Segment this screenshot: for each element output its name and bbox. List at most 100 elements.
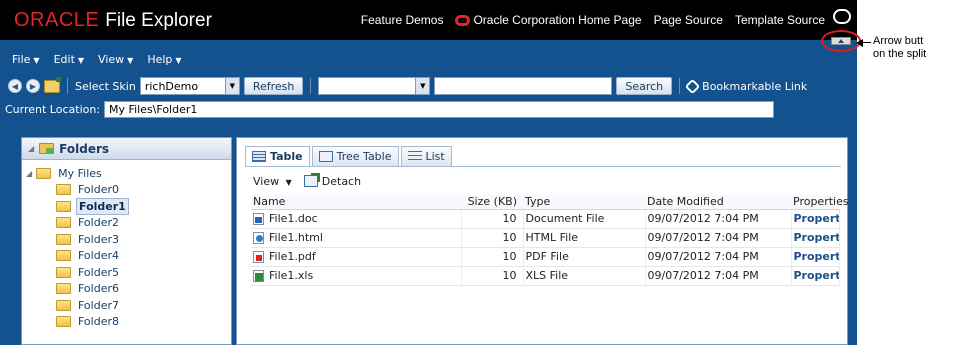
location-value: My Files\Folder1	[109, 102, 198, 116]
logo-text: ORACLE	[14, 9, 100, 31]
branding-bar: ORACLE File Explorer Feature Demos Oracle…	[0, 0, 857, 40]
folder-tree: ◢ My Files Folder0 Folder1 Folder2 Folde…	[22, 160, 231, 330]
column-header-size[interactable]: Size (KB)	[461, 195, 523, 210]
expand-triangle-icon[interactable]: ◢	[26, 169, 32, 178]
chevron-down-icon[interactable]: ▼	[415, 78, 430, 94]
properties-link[interactable]: Properties	[794, 250, 839, 263]
back-icon[interactable]: ◀	[8, 79, 22, 93]
tree-node-folder2[interactable]: Folder2	[22, 215, 231, 232]
folder-icon	[56, 283, 71, 295]
cell-size: 10	[461, 266, 524, 286]
tree-node-my-files[interactable]: ◢ My Files	[22, 165, 231, 182]
table-row[interactable]: File1.html 10 HTML File 09/07/2012 7:04 …	[251, 228, 840, 248]
tab-tree-table[interactable]: Tree Table	[311, 146, 399, 166]
forward-icon[interactable]: ▶	[26, 79, 40, 93]
cell-size: 10	[461, 228, 524, 248]
file-name: File1.xls	[269, 269, 314, 282]
link-icon	[684, 78, 701, 94]
folder-icon	[56, 266, 71, 278]
tree-node-label: Folder5	[78, 265, 119, 279]
tab-table[interactable]: Table	[245, 146, 310, 166]
bookmarkable-link[interactable]: Bookmarkable Link	[702, 80, 807, 93]
cell-name: File1.pdf	[251, 247, 462, 267]
folders-header[interactable]: ◢ Folders	[22, 138, 231, 160]
cell-type: HTML File	[523, 228, 646, 248]
toolbar-divider	[67, 78, 68, 94]
oracle-logo: ORACLE File Explorer	[14, 9, 212, 32]
html-file-icon	[253, 232, 264, 244]
location-field[interactable]: My Files\Folder1	[104, 100, 775, 118]
tree-node-folder1[interactable]: Folder1	[22, 197, 231, 215]
skin-select[interactable]: richDemo ▼	[139, 77, 240, 95]
main-toolbar: ◀ ▶ Select Skin richDemo ▼ Refresh ▼ Sea…	[0, 74, 857, 98]
tab-table-label: Table	[270, 150, 303, 163]
link-page-source[interactable]: Page Source	[654, 13, 723, 27]
tree-node-folder8[interactable]: Folder8	[22, 314, 231, 331]
chevron-down-icon: ▼	[175, 55, 182, 65]
skin-label: Select Skin	[75, 79, 136, 93]
link-template-source[interactable]: Template Source	[735, 13, 825, 27]
cell-properties: Properties	[791, 266, 840, 286]
tree-node-folder0[interactable]: Folder0	[22, 182, 231, 199]
detach-button[interactable]: Detach	[303, 173, 361, 188]
cell-type: PDF File	[523, 247, 646, 267]
link-oracle-home[interactable]: Oracle Corporation Home Page	[455, 13, 642, 27]
chevron-down-icon: ▼	[127, 55, 134, 65]
menu-help[interactable]: Help ▼	[147, 53, 181, 66]
tree-node-folder4[interactable]: Folder4	[22, 248, 231, 265]
link-oracle-home-label: Oracle Corporation Home Page	[473, 13, 642, 27]
column-header-type[interactable]: Type	[523, 195, 645, 210]
word-doc-icon	[253, 213, 264, 225]
search-scope-select[interactable]: ▼	[318, 77, 431, 95]
menu-view[interactable]: View ▼	[98, 53, 133, 66]
search-button[interactable]: Search	[616, 77, 673, 95]
tree-node-folder3[interactable]: Folder3	[22, 231, 231, 248]
tree-node-folder7[interactable]: Folder7	[22, 297, 231, 314]
table-row[interactable]: File1.xls 10 XLS File 09/07/2012 7:04 PM…	[251, 266, 840, 286]
tab-list[interactable]: List	[400, 146, 452, 166]
cell-properties: Properties	[791, 247, 840, 267]
link-feature-demos[interactable]: Feature Demos	[361, 13, 444, 27]
file-name: File1.html	[269, 231, 323, 244]
status-indicator-icon	[833, 9, 851, 24]
tree-node-label: My Files	[58, 166, 102, 180]
view-menu[interactable]: View ▼	[253, 175, 292, 188]
table-row[interactable]: File1.pdf 10 PDF File 09/07/2012 7:04 PM…	[251, 247, 840, 267]
folder-icon	[56, 184, 71, 196]
table-icon	[252, 151, 266, 162]
properties-link[interactable]: Properties	[794, 269, 839, 282]
column-header-date[interactable]: Date Modified	[645, 195, 791, 210]
refresh-button[interactable]: Refresh	[243, 77, 304, 95]
folder-icon	[36, 167, 52, 179]
menu-edit[interactable]: Edit ▼	[54, 53, 84, 66]
column-header-name[interactable]: Name	[251, 195, 461, 210]
tree-node-label: Folder4	[78, 249, 119, 263]
oracle-icon	[455, 15, 471, 27]
properties-link[interactable]: Properties	[794, 231, 839, 244]
collapse-triangle-icon[interactable]: ◢	[28, 144, 34, 153]
tree-node-label: Folder8	[78, 315, 119, 329]
folders-icon	[39, 143, 55, 154]
location-bar: Current Location: My Files\Folder1	[0, 100, 857, 118]
folder-icon	[56, 250, 71, 262]
file-name: File1.pdf	[269, 250, 316, 263]
search-input[interactable]	[434, 77, 613, 95]
menu-file[interactable]: File ▼	[12, 53, 40, 66]
tree-node-folder6[interactable]: Folder6	[22, 281, 231, 298]
cell-size: 10	[461, 247, 524, 267]
folder-icon	[56, 299, 71, 311]
folder-up-icon[interactable]	[44, 76, 61, 93]
toolbar-divider	[679, 78, 681, 94]
view-tabs: Table Tree Table List	[245, 146, 452, 166]
content-panel: Table Tree Table List View ▼ Detach Name…	[236, 137, 849, 345]
tree-node-folder5[interactable]: Folder5	[22, 264, 231, 281]
properties-link[interactable]: Properties	[794, 212, 839, 225]
cell-properties: Properties	[791, 209, 840, 229]
tree-node-label: Folder7	[78, 298, 119, 312]
column-header-properties[interactable]: Properties	[791, 195, 849, 210]
splitter-arrow-button[interactable]	[831, 37, 851, 45]
folder-icon	[56, 217, 71, 229]
chevron-down-icon[interactable]: ▼	[224, 78, 239, 94]
table-row[interactable]: File1.doc 10 Document File 09/07/2012 7:…	[251, 209, 840, 229]
annotation-line-1: Arrow butt	[873, 35, 924, 47]
